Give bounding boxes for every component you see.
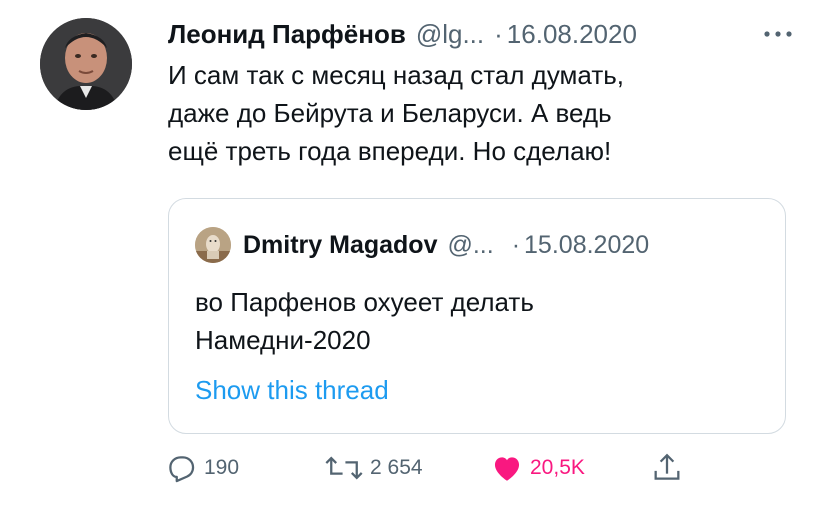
quoted-author-handle[interactable]: @... bbox=[447, 231, 493, 260]
more-icon[interactable] bbox=[758, 14, 798, 54]
author-avatar-image bbox=[40, 18, 132, 110]
share-button[interactable] bbox=[650, 448, 684, 488]
reply-button[interactable]: 190 bbox=[164, 448, 239, 488]
quoted-tweet-text: во Парфенов охуеет делать Намедни-2020 bbox=[195, 283, 755, 359]
separator-dot: · bbox=[494, 18, 503, 49]
quoted-author-avatar[interactable] bbox=[195, 227, 231, 263]
quoted-author-name[interactable]: Dmitry Magadov bbox=[243, 231, 437, 260]
heart-icon bbox=[494, 457, 520, 481]
show-thread-link[interactable]: Show this thread bbox=[195, 375, 389, 406]
retweet-icon bbox=[325, 456, 363, 480]
share-icon bbox=[654, 453, 680, 480]
tweet-text-line: даже до Бейрута и Беларуси. А ведь bbox=[168, 98, 612, 128]
quoted-tweet-date[interactable]: 15.08.2020 bbox=[524, 231, 649, 260]
tweet-date[interactable]: 16.08.2020 bbox=[507, 19, 637, 50]
quoted-tweet-header: Dmitry Magadov @... · 15.08.2020 bbox=[195, 225, 755, 265]
tweet-header: Леонид Парфёнов @lg... · 16.08.2020 bbox=[168, 14, 798, 54]
separator-dot: · bbox=[511, 230, 521, 259]
reply-icon bbox=[169, 456, 195, 483]
quoted-tweet[interactable]: Dmitry Magadov @... · 15.08.2020 во Парф… bbox=[168, 198, 786, 434]
quoted-text-line: Намедни-2020 bbox=[195, 325, 371, 355]
tweet-text-line: И сам так с месяц назад стал думать, bbox=[168, 60, 624, 90]
retweet-button[interactable]: 2 654 bbox=[324, 448, 423, 488]
like-count: 20,5K bbox=[530, 456, 585, 479]
tweet-text-line: ещё треть года впереди. Но сделаю! bbox=[168, 136, 612, 166]
author-handle[interactable]: @lg... bbox=[416, 19, 484, 50]
author-avatar[interactable] bbox=[40, 18, 132, 110]
reply-count: 190 bbox=[204, 456, 240, 479]
retweet-count: 2 654 bbox=[370, 456, 423, 479]
author-name[interactable]: Леонид Парфёнов bbox=[168, 19, 406, 50]
tweet-text: И сам так с месяц назад стал думать, даж… bbox=[168, 56, 788, 170]
quoted-text-line: во Парфенов охуеет делать bbox=[195, 287, 534, 317]
tweet-actions: 190 2 654 20,5K bbox=[164, 448, 724, 488]
like-button[interactable]: 20,5K bbox=[490, 448, 585, 488]
